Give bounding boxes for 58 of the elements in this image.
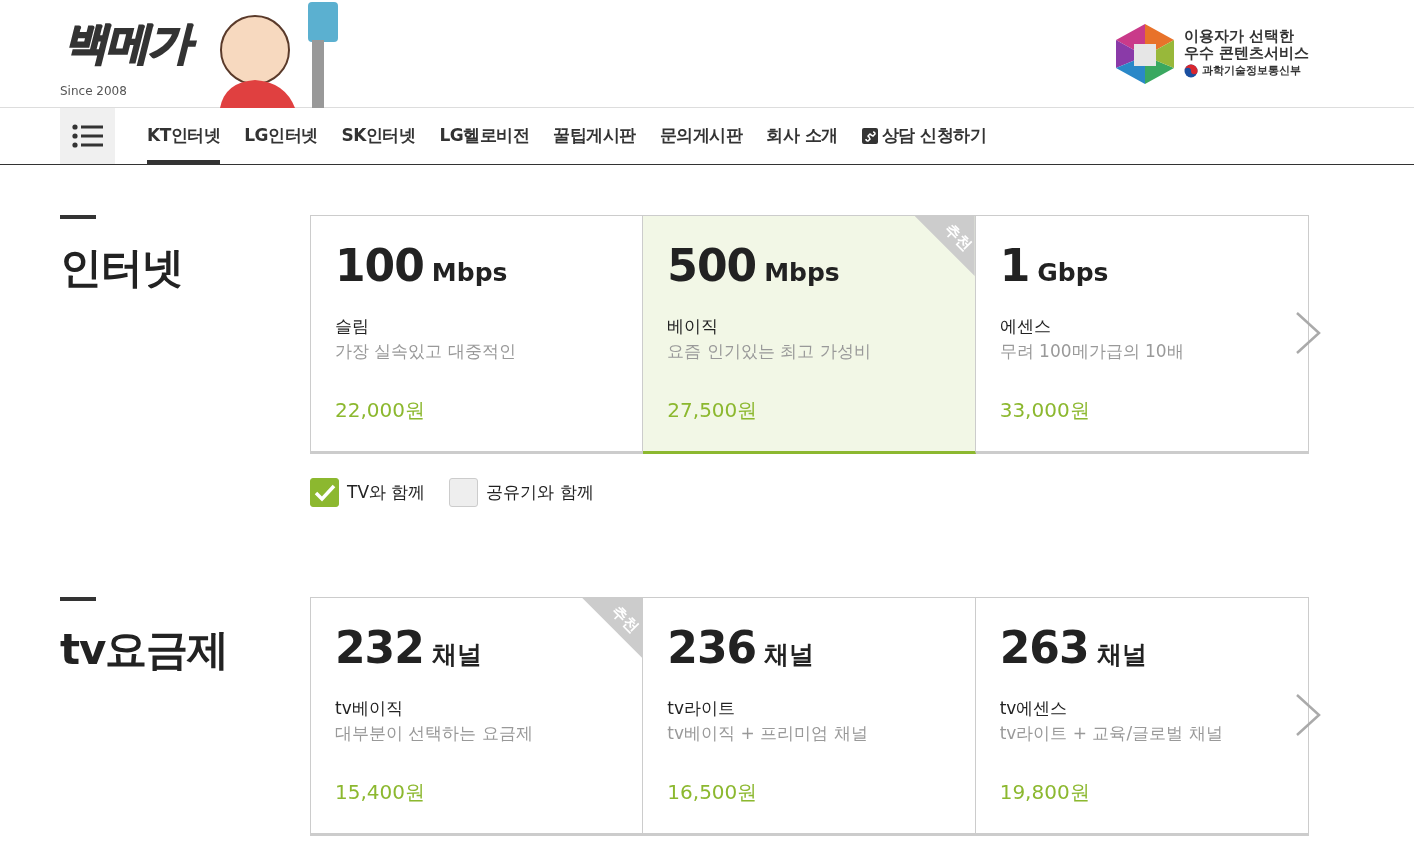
plan-price: 16,500원	[667, 778, 759, 806]
checkbox[interactable]	[449, 478, 479, 507]
plan-card[interactable]: 236 채널 tv라이트 tv베이직 + 프리미엄 채널 16,500원	[643, 598, 976, 836]
checkbox[interactable]	[310, 478, 339, 507]
award-text: 이용자가 선택한	[1183, 28, 1295, 46]
plan-unit: Gbps	[1037, 257, 1109, 289]
ministry-name: 과학기술정보통신부	[1201, 62, 1301, 79]
plan-card[interactable]: 263 채널 tv에센스 tv라이트 + 교육/글로벌 채널 19,800원	[975, 598, 1308, 836]
nav-link[interactable]: LG인터넷	[244, 108, 318, 164]
title-dash	[60, 597, 96, 601]
logo[interactable]: 백메가	[60, 12, 200, 74]
nav-link[interactable]: 회사 소개	[766, 108, 838, 164]
plan-description: tv베이직 + 프리미엄 채널	[667, 722, 869, 745]
nav-link[interactable]: KT인터넷	[147, 108, 221, 164]
since-label: Since 2008	[60, 82, 128, 100]
option-label: TV와 함께	[347, 480, 426, 504]
award-text: 우수 콘텐츠서비스	[1183, 45, 1309, 63]
nav-link[interactable]: 꿀팁게시판	[553, 108, 636, 164]
plan-price: 33,000원	[999, 396, 1091, 424]
plan-name: 에센스	[999, 314, 1052, 338]
nav-link[interactable]: 문의게시판	[659, 108, 743, 164]
section-title: 인터넷	[60, 243, 184, 294]
plan-amount: 1	[999, 244, 1030, 288]
plan-unit: 채널	[764, 639, 815, 671]
plan-amount: 263	[999, 626, 1089, 670]
menu-button[interactable]	[60, 108, 115, 164]
option-label: 공유기와 함께	[486, 480, 594, 504]
plan-name: tv라이트	[667, 696, 737, 720]
nav-link[interactable]: SK인터넷	[341, 108, 416, 164]
emblem-icon	[1183, 63, 1198, 78]
menu-icon	[71, 124, 104, 148]
plan-amount: 500	[667, 244, 757, 288]
plan-name: 베이직	[667, 314, 720, 338]
plan-price: 27,500원	[667, 396, 759, 424]
plan-unit: 채널	[1096, 639, 1147, 671]
nav-link[interactable]: LG헬로비전	[439, 108, 530, 164]
plan-amount: 232	[335, 626, 424, 670]
plan-name: 슬림	[335, 314, 370, 338]
plan-description: 가장 실속있고 대중적인	[335, 340, 517, 363]
plan-price: 19,800원	[999, 778, 1091, 806]
plan-name: tv베이직	[335, 696, 404, 720]
plan-description: tv라이트 + 교육/글로벌 채널	[999, 722, 1224, 745]
plan-description: 요즘 인기있는 최고 가성비	[667, 340, 872, 363]
plan-unit: 채널	[431, 639, 482, 671]
plan-price: 22,000원	[335, 396, 426, 424]
plan-description: 대부분이 선택하는 요금제	[335, 722, 534, 745]
plan-description: 무려 100메가급의 10배	[999, 340, 1185, 363]
title-dash	[60, 215, 96, 219]
hexagon-logo-icon	[1113, 21, 1176, 86]
plan-amount: 236	[667, 626, 757, 670]
plan-card[interactable]: 1 Gbps 에센스 무려 100메가급의 10배 33,000원	[975, 216, 1308, 454]
plan-amount: 100	[335, 244, 424, 288]
section-title: tv요금제	[60, 625, 230, 676]
plan-price: 15,400원	[335, 778, 426, 806]
plan-unit: Mbps	[431, 257, 508, 289]
plan-unit: Mbps	[764, 257, 840, 289]
nav-link[interactable]: 상담 신청하기	[861, 108, 987, 164]
plan-name: tv에센스	[999, 696, 1069, 720]
